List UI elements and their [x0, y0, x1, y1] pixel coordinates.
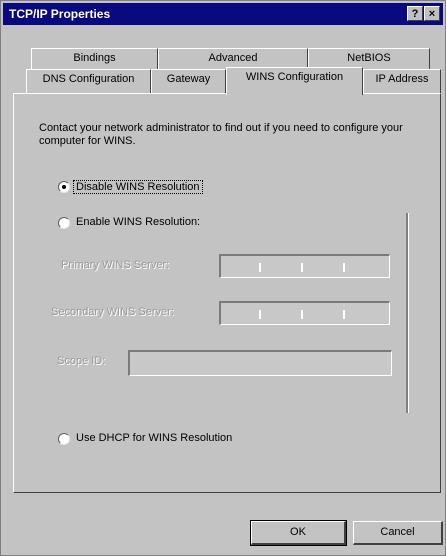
close-button[interactable]: ×: [424, 6, 440, 21]
tab-bindings[interactable]: Bindings: [31, 48, 158, 69]
ip-separator: [301, 310, 303, 319]
tab-netbios[interactable]: NetBIOS: [308, 48, 430, 69]
primary-wins-ip-field[interactable]: [219, 254, 390, 278]
help-button[interactable]: ?: [407, 6, 423, 21]
scope-id-label: Scope ID:: [57, 355, 106, 367]
ip-separator: [343, 310, 345, 319]
primary-wins-label: Primary WINS Server:: [61, 259, 170, 271]
tab-wins-configuration[interactable]: WINS Configuration: [226, 67, 363, 95]
use-dhcp-radio[interactable]: [58, 433, 70, 445]
window-title: TCP/IP Properties: [9, 7, 111, 21]
secondary-wins-label: Secondary WINS Server:: [51, 306, 174, 318]
ip-separator: [259, 263, 261, 272]
tab-label: NetBIOS: [347, 52, 391, 64]
description-text: Contact your network administrator to fi…: [39, 122, 403, 147]
ok-button[interactable]: OK: [250, 520, 347, 546]
scope-id-input[interactable]: [128, 350, 392, 376]
tab-advanced[interactable]: Advanced: [158, 48, 308, 69]
ip-separator: [259, 310, 261, 319]
secondary-wins-ip-field[interactable]: [219, 301, 390, 325]
tab-label: Advanced: [208, 52, 258, 64]
tab-label: DNS Configuration: [42, 73, 135, 85]
tab-ip-address[interactable]: IP Address: [363, 69, 441, 94]
use-dhcp-label[interactable]: Use DHCP for WINS Resolution: [76, 432, 232, 444]
tab-label: WINS Configuration: [245, 71, 344, 83]
tab-label: IP Address: [375, 73, 429, 85]
disable-wins-radio[interactable]: [58, 181, 70, 193]
tab-label: Gateway: [166, 73, 211, 85]
tcpip-properties-dialog: TCP/IP Properties ? × Bindings Advanced …: [0, 0, 446, 556]
vertical-divider: [406, 213, 409, 413]
ip-separator: [301, 263, 303, 272]
tab-gateway[interactable]: Gateway: [151, 69, 226, 94]
radio-selected-dot: [62, 185, 66, 189]
enable-wins-radio[interactable]: [58, 217, 70, 229]
tab-dns-configuration[interactable]: DNS Configuration: [26, 69, 151, 94]
ip-separator: [343, 263, 345, 272]
enable-wins-label[interactable]: Enable WINS Resolution:: [76, 216, 200, 228]
title-bar: TCP/IP Properties ? ×: [3, 3, 443, 25]
cancel-button[interactable]: Cancel: [353, 521, 443, 545]
tab-label: Bindings: [73, 52, 116, 64]
disable-wins-label[interactable]: Disable WINS Resolution: [73, 180, 203, 194]
